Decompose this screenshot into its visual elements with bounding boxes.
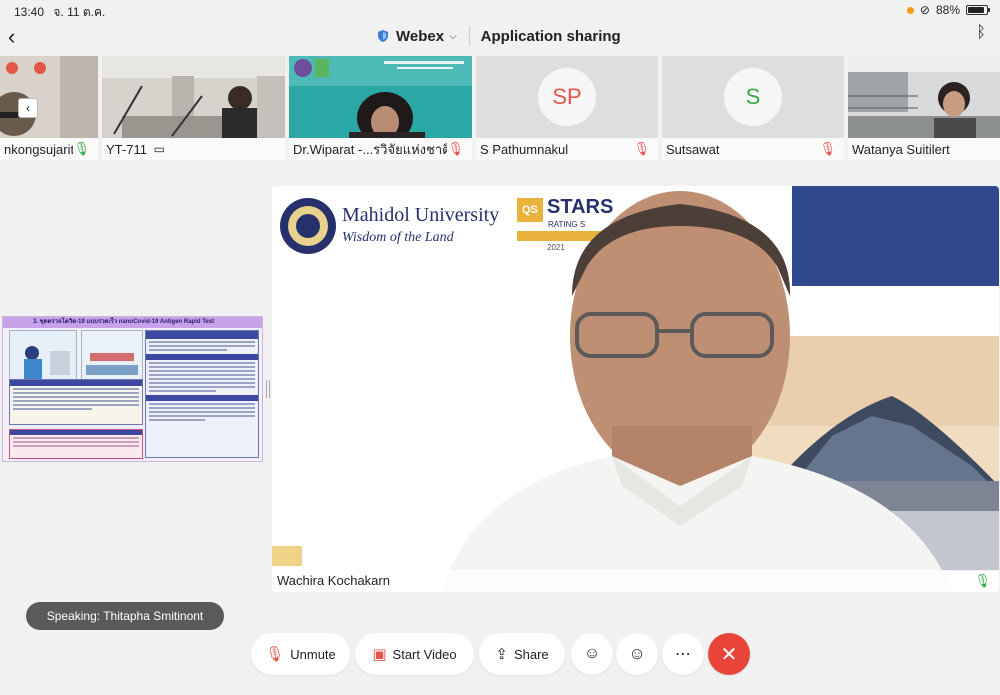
participant-tile[interactable]: Watanya Suitilert — [848, 56, 1000, 160]
participant-tile[interactable]: ‹ nkongsujarit 🎙︎ — [0, 56, 98, 160]
microphone-muted-icon: 🎙︎ — [633, 141, 650, 156]
participant-label: YT-711 ▭ — [102, 138, 285, 160]
participant-label: Watanya Suitilert — [848, 138, 1000, 160]
back-chevron-icon[interactable]: ‹ — [8, 24, 15, 50]
participant-video: ‹ — [0, 56, 98, 138]
participant-label: Sutsawat 🎙︎ — [662, 138, 844, 160]
status-right: ⊘ 88% — [906, 3, 990, 17]
battery-icon — [966, 5, 990, 15]
participant-label: Dr.Wiparat -...รวิจัยแห่งชาติ 🎙︎ — [289, 138, 472, 160]
video-frame — [289, 56, 472, 138]
main-video-frame — [272, 186, 999, 592]
video-off-icon: ▣ — [372, 646, 387, 663]
start-video-label: Start Video — [392, 646, 457, 662]
start-video-button[interactable]: ▣ Start Video — [355, 633, 474, 675]
status-time: 13:40 — [14, 5, 45, 19]
participant-name: Dr.Wiparat -...รวิจัยแห่งชาติ — [293, 141, 448, 157]
participant-label: nkongsujarit 🎙︎ — [0, 138, 98, 160]
scroll-left-button[interactable]: ‹ — [18, 98, 38, 118]
participant-name: nkongsujarit — [4, 141, 74, 157]
microphone-muted-icon: 🎙︎ — [265, 646, 285, 663]
participant-name: YT-711 — [106, 141, 147, 157]
participant-name: S Pathumnakul — [480, 141, 569, 157]
share-label: Share — [513, 646, 549, 662]
microphone-muted-icon: 🎙︎ — [819, 141, 836, 156]
participant-video: SP — [476, 56, 658, 138]
participant-name: Sutsawat — [666, 141, 720, 157]
reactions-button[interactable]: ☺ — [616, 633, 658, 675]
application-sharing-title: Application sharing — [480, 27, 621, 45]
slide-title: 3. ชุดตรวจโควิด-19 แบบรวดเร็ว nanoCovid-… — [3, 317, 262, 328]
recording-dot-icon — [906, 6, 914, 14]
slide-text-box — [9, 379, 143, 425]
participant-video: S — [662, 56, 844, 138]
unmute-label: Unmute — [290, 646, 336, 662]
participant-label: S Pathumnakul 🎙︎ — [476, 138, 658, 160]
banner-org-name: Mahidol University — [342, 204, 500, 226]
share-button[interactable]: ⇪ Share — [479, 633, 565, 675]
status-date: จ. 11 ต.ค. — [53, 5, 106, 19]
header-divider — [468, 26, 470, 46]
participant-video — [102, 56, 285, 138]
video-frame — [848, 56, 1000, 138]
stars-badge-icon: QS — [517, 198, 543, 222]
status-bar: 13:40 จ. 11 ต.ค. ⊘ 88% — [0, 0, 1000, 20]
shield-icon — [378, 30, 388, 42]
participant-tile[interactable]: SP S Pathumnakul 🎙︎ — [476, 56, 658, 160]
leave-meeting-button[interactable]: ✕ — [708, 633, 750, 675]
device-icon: ▭ — [153, 142, 165, 156]
microphone-icon: 🎙︎ — [974, 573, 991, 588]
person-icon: ☺ — [583, 645, 601, 662]
avatar-initials: S — [745, 84, 761, 109]
video-frame — [0, 56, 98, 138]
banner-tagline: Wisdom of the Land — [342, 230, 454, 245]
more-icon: ⋯ — [675, 646, 691, 663]
participant-video — [848, 56, 1000, 138]
share-icon: ⇪ — [495, 646, 508, 663]
slide-photo — [9, 330, 77, 382]
meeting-controls: 🎙︎ Unmute ▣ Start Video ⇪ Share ☺ ☺ ⋯ ✕ — [0, 633, 1000, 675]
participants-button[interactable]: ☺ — [571, 633, 613, 675]
stars-badge-subtext: RATING S — [548, 220, 586, 229]
microphone-muted-icon: 🎙︎ — [447, 141, 464, 156]
participant-name: Watanya Suitilert — [852, 141, 950, 157]
top-header: ‹ Webex ⌵ Application sharing ᛒ — [0, 20, 1000, 54]
resize-handle[interactable] — [266, 380, 270, 398]
microphone-icon: 🎙︎ — [73, 141, 90, 156]
avatar-initials: SP — [552, 84, 582, 109]
video-frame — [102, 56, 285, 138]
close-icon: ✕ — [720, 643, 738, 666]
header-title: Webex ⌵ Application sharing — [376, 26, 621, 46]
banner-year: 2021 — [547, 243, 565, 252]
stars-badge-text: STARS — [547, 196, 614, 218]
unmute-button[interactable]: 🎙︎ Unmute — [251, 633, 350, 675]
slide-info-box — [145, 330, 259, 458]
link-icon: ⊘ — [919, 3, 930, 17]
app-name[interactable]: Webex — [396, 28, 444, 45]
speaking-indicator: Speaking: Thitapha Smitinont — [26, 602, 224, 630]
avatar: S — [724, 68, 782, 126]
slide-notes-box — [9, 429, 143, 459]
battery-percent: 88% — [935, 3, 960, 17]
participant-tile[interactable]: S Sutsawat 🎙︎ — [662, 56, 844, 160]
chevron-down-icon[interactable]: ⌵ — [449, 31, 457, 42]
bluetooth-icon[interactable]: ᛒ — [976, 24, 986, 42]
slide-product-image — [81, 330, 143, 382]
participant-tile[interactable]: Dr.Wiparat -...รวิจัยแห่งชาติ 🎙︎ — [289, 56, 472, 160]
participant-tile[interactable]: YT-711 ▭ — [102, 56, 285, 160]
smiley-icon: ☺ — [628, 644, 646, 663]
participant-video — [289, 56, 472, 138]
main-video-tile[interactable]: Mahidol University Wisdom of the Land QS… — [272, 186, 999, 592]
participant-strip: ‹ nkongsujarit 🎙︎ YT-711 ▭ Dr.Wiparat -.… — [0, 56, 1000, 160]
avatar: SP — [538, 68, 596, 126]
shared-content-slide[interactable]: 3. ชุดตรวจโควิด-19 แบบรวดเร็ว nanoCovid-… — [2, 316, 263, 462]
main-participant-name: Wachira Kochakarn — [272, 570, 999, 592]
more-options-button[interactable]: ⋯ — [662, 633, 704, 675]
